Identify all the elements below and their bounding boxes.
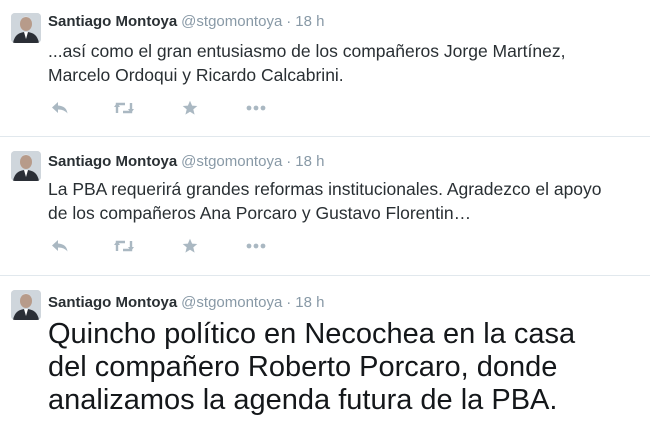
retweet-button[interactable] [112, 98, 136, 118]
tweet-text: La PBA requerirá grandes reformas instit… [48, 177, 638, 225]
retweet-icon [114, 240, 134, 252]
more-button[interactable] [244, 98, 268, 118]
author-name[interactable]: Santiago Montoya [48, 294, 177, 311]
tweet-text-line: analizamos la agenda futura de la PBA. [48, 384, 558, 416]
tweet-header: Santiago Montoya @stgomontoya · 18 h [48, 294, 325, 311]
tweet-text: Quincho político en Necochea en la casa … [48, 318, 638, 417]
tweet-text-line: Marcelo Ordoqui y Ricardo Calcabrini. [48, 65, 344, 85]
reply-icon [52, 240, 68, 252]
timestamp[interactable]: 18 h [295, 13, 324, 30]
tweet-text-line: Quincho político en Necochea en la casa [48, 318, 576, 350]
favorite-star-icon [182, 238, 198, 253]
reply-icon [52, 102, 68, 114]
separator-dot: · [286, 294, 292, 311]
reply-button[interactable] [48, 98, 72, 118]
more-dots-icon [246, 243, 266, 249]
favorite-star-icon [182, 100, 198, 115]
favorite-button[interactable] [178, 236, 202, 256]
more-dots-icon [246, 105, 266, 111]
timestamp[interactable]: 18 h [295, 153, 324, 170]
avatar[interactable] [11, 290, 41, 320]
separator-dot: · [286, 153, 292, 170]
tweet-header: Santiago Montoya @stgomontoya · 18 h [48, 13, 325, 30]
author-handle[interactable]: @stgomontoya [181, 294, 282, 311]
author-handle[interactable]: @stgomontoya [181, 13, 282, 30]
tweet-header: Santiago Montoya @stgomontoya · 18 h [48, 153, 325, 170]
tweet-text-line: del compañero Roberto Porcaro, donde [48, 351, 558, 383]
avatar[interactable] [11, 151, 41, 181]
tweet-text: ...así como el gran entusiasmo de los co… [48, 39, 638, 87]
author-handle[interactable]: @stgomontoya [181, 153, 282, 170]
tweet-text-line: La PBA requerirá grandes reformas instit… [48, 179, 602, 199]
more-button[interactable] [244, 236, 268, 256]
tweet[interactable]: Santiago Montoya @stgomontoya · 18 h ...así… [0, 0, 650, 137]
author-name[interactable]: Santiago Montoya [48, 153, 177, 170]
timestamp[interactable]: 18 h [295, 294, 324, 311]
avatar[interactable] [11, 13, 41, 43]
reply-button[interactable] [48, 236, 72, 256]
tweet-text-line: ...así como el gran entusiasmo de los co… [48, 41, 566, 61]
separator-dot: · [286, 13, 292, 30]
retweet-icon [114, 102, 134, 114]
tweet[interactable]: Santiago Montoya @stgomontoya · 18 h La PBA… [0, 137, 650, 276]
author-name[interactable]: Santiago Montoya [48, 13, 177, 30]
favorite-button[interactable] [178, 98, 202, 118]
tweet-text-line: de los compañeros Ana Porcaro y Gustavo … [48, 203, 472, 223]
retweet-button[interactable] [112, 236, 136, 256]
tweet[interactable]: Santiago Montoya @stgomontoya · 18 h Quinch… [0, 276, 650, 429]
